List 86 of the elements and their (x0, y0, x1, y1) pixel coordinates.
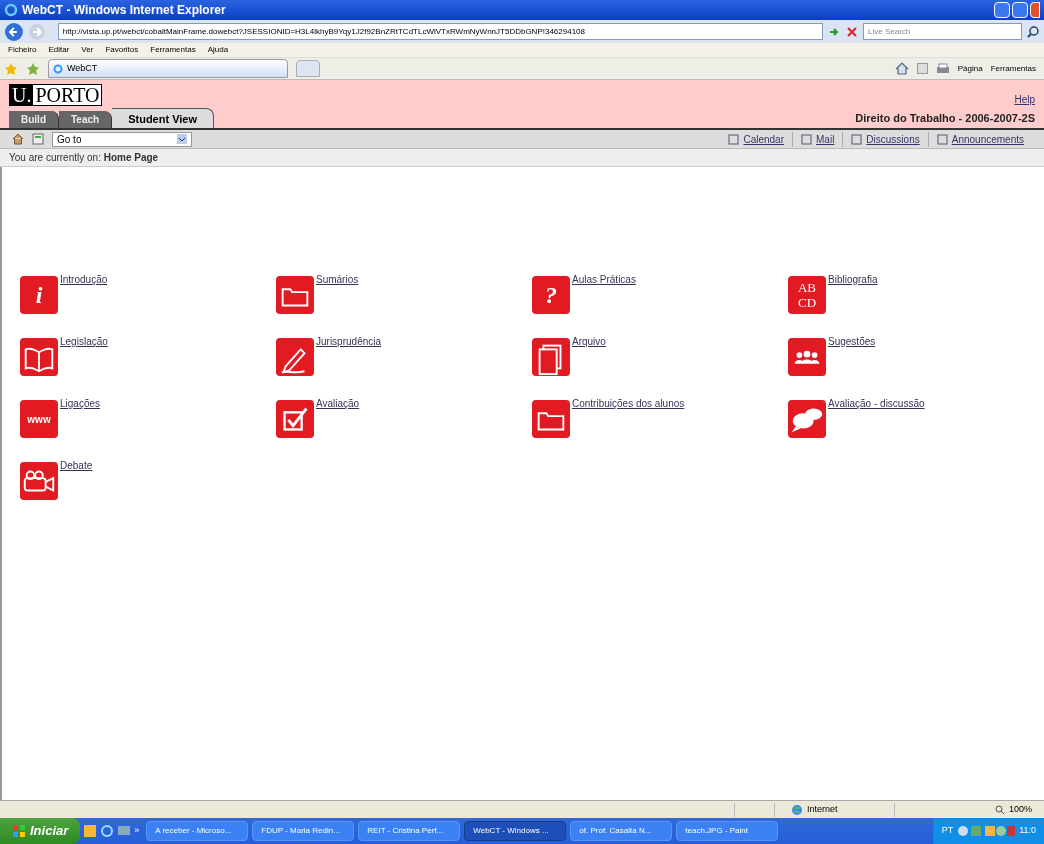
link-icon[interactable] (728, 133, 740, 145)
course-title: Direito do Trabalho - 2006-2007-2S (855, 110, 1035, 126)
toolbar-link[interactable]: Announcements (951, 131, 1024, 147)
tool-link[interactable]: Bibliografia (828, 272, 878, 287)
command-button[interactable]: Ferramentas (990, 62, 1036, 75)
book-icon[interactable] (20, 338, 58, 376)
browser-logo-icon (53, 63, 63, 74)
globe-icon (791, 803, 803, 816)
star-icon[interactable] (4, 61, 18, 76)
printer-icon[interactable] (935, 62, 950, 75)
role-tab[interactable]: Student View (112, 108, 215, 128)
taskbar-button[interactable]: of. Prof. Casalta N... (570, 821, 673, 841)
taskbar-button[interactable]: REIT - Cristina Perf... (358, 821, 461, 841)
stop-icon[interactable] (845, 24, 859, 39)
goto-dropdown[interactable]: Go to (52, 131, 192, 147)
start-button[interactable]: Iniciar (0, 818, 81, 844)
feed-icon[interactable] (916, 63, 928, 74)
menu-item[interactable]: Ver (81, 44, 94, 56)
folder-icon[interactable] (532, 400, 570, 438)
window-title: WebCT - Windows Internet Explorer (22, 2, 226, 19)
speech-bubbles-icon[interactable] (788, 400, 826, 438)
tool-link[interactable]: Jurisprudência (316, 334, 382, 349)
tool-link[interactable]: Debate (60, 458, 93, 473)
checkbox-icon[interactable] (276, 400, 314, 438)
browser-logo-icon[interactable] (100, 824, 115, 838)
role-tab[interactable]: Teach (59, 111, 113, 128)
home-icon[interactable] (12, 133, 24, 145)
clock: 11:0 (1019, 824, 1036, 838)
toolbar-link[interactable]: Mail (816, 131, 835, 147)
tool-link[interactable]: Avaliação (316, 396, 360, 411)
tool-link[interactable]: Aulas Práticas (572, 272, 636, 287)
zoom-icon[interactable] (994, 804, 1005, 815)
pen-icon[interactable] (276, 338, 314, 376)
taskbar-button[interactable]: teach.JPG - Paint (676, 821, 779, 841)
breadcrumb: You are currently on: Home Page (9, 151, 159, 165)
maximize-button[interactable] (1012, 2, 1028, 18)
university-logo: U. PORTO (9, 84, 103, 106)
tool-link[interactable]: Legislação (60, 334, 108, 349)
link-icon[interactable] (851, 133, 863, 145)
menu-item[interactable]: Ajuda (207, 44, 229, 56)
home-icon[interactable] (894, 62, 909, 75)
minimize-button[interactable] (994, 2, 1010, 18)
tool-link[interactable]: Sugestões (828, 334, 876, 349)
toolbar-link[interactable]: Calendar (743, 131, 784, 147)
quick-launch-icon[interactable] (83, 824, 98, 838)
tool-link[interactable]: Sumários (316, 272, 359, 287)
taskbar-button[interactable]: WebCT - Windows ... (464, 821, 567, 841)
zoom-level[interactable]: 100% (1008, 802, 1032, 817)
tool-link[interactable]: Introdução (60, 272, 108, 287)
security-zone: Internet (807, 802, 838, 816)
toolbar-link[interactable]: Discussions (866, 131, 920, 147)
tool-link[interactable]: Arquivo (572, 334, 606, 349)
windows-logo-icon (12, 824, 26, 838)
dropdown-arrow-icon[interactable] (177, 134, 187, 144)
search-icon[interactable] (1026, 24, 1040, 39)
tray-icons-drawing[interactable] (957, 825, 1016, 837)
letters-icon[interactable]: ABCD (788, 276, 826, 314)
browser-tab[interactable]: WebCT (48, 59, 288, 78)
page-icon[interactable] (32, 133, 44, 145)
question-icon[interactable]: ? (532, 276, 570, 314)
taskbar-button[interactable]: FDUP - Maria Redin... (252, 821, 355, 841)
search-field[interactable]: Live Search (863, 23, 1023, 40)
web-icon[interactable]: www (20, 400, 58, 438)
help-link[interactable]: Help (1014, 92, 1035, 107)
menu-item[interactable]: Ficheiro (8, 44, 37, 56)
people-icon[interactable] (788, 338, 826, 376)
folder-icon[interactable] (276, 276, 314, 314)
menu-item[interactable]: Editar (48, 44, 70, 56)
link-icon[interactable] (936, 133, 948, 145)
camera-icon[interactable] (20, 462, 58, 500)
menu-item[interactable]: Ferramentas (150, 44, 196, 56)
tool-link[interactable]: Contribuições dos alunos (572, 396, 685, 411)
address-field[interactable]: http://vista.up.pt/webct/cobaltMainFrame.dowebct?JSESSIONID=H3L4lkhyB9Yqy1J2f92BnZRtTCdTLcWlVTxRWmNyWnnJT5DDbGNP!346294108 (57, 23, 824, 40)
tool-link[interactable]: Ligações (60, 396, 101, 411)
browser-logo-icon (4, 3, 18, 17)
link-icon[interactable] (801, 133, 812, 145)
tool-link[interactable]: Avaliação - discussão (828, 396, 925, 411)
back-icon[interactable] (4, 21, 24, 42)
info-icon[interactable]: i (20, 276, 58, 314)
chevron-button[interactable]: » (134, 824, 140, 838)
command-button[interactable]: Página (957, 62, 983, 75)
pages-icon[interactable] (532, 338, 570, 376)
role-tab[interactable]: Build (9, 111, 59, 128)
close-button[interactable] (1030, 2, 1040, 18)
menu-item[interactable]: Favoritos (105, 44, 139, 56)
taskbar-button[interactable]: A receber - Microso... (146, 821, 249, 841)
